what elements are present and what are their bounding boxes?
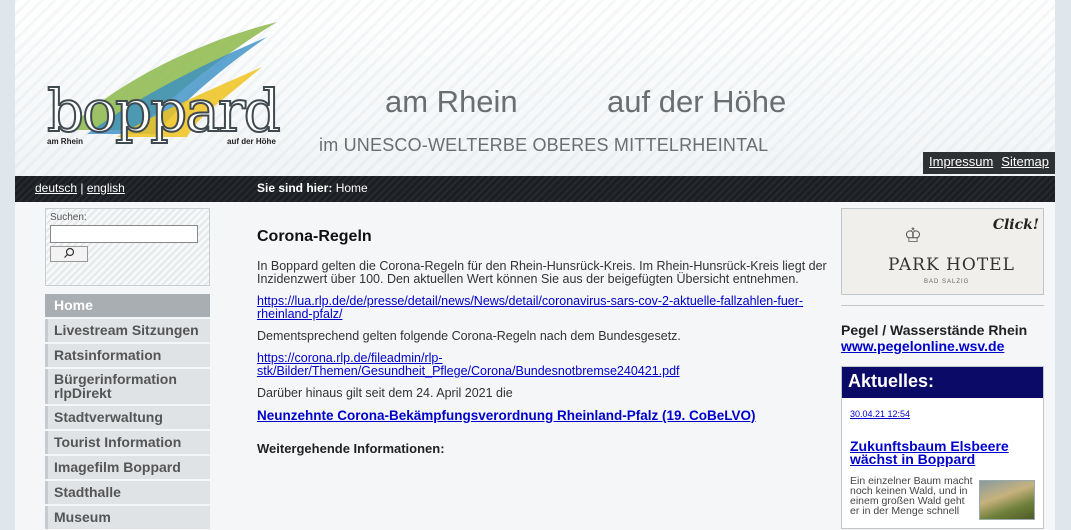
search-input[interactable] [50, 225, 198, 243]
ad-hotel-location: BAD SALZIG [924, 279, 970, 285]
search-label: Suchen: [50, 212, 87, 223]
lua-link[interactable]: https://lua.rlp.de/de/presse/detail/news… [257, 294, 803, 321]
rules-paragraph: Dementsprechend gelten folgende Corona-R… [257, 329, 681, 343]
header: boppard am Rhein auf der Höhe am Rhein a… [15, 0, 1055, 176]
logo[interactable]: boppard am Rhein auf der Höhe [27, 12, 287, 146]
news-heading: Aktuelles: [842, 367, 1043, 398]
breadcrumb-current: Home [335, 181, 368, 195]
menu-item-livestream[interactable]: Livestream Sitzungen [45, 319, 210, 342]
search-box: Suchen: [45, 208, 210, 286]
logo-text: boppard [46, 77, 282, 145]
lang-deutsch-link[interactable]: deutsch [35, 181, 77, 195]
search-icon [64, 247, 75, 258]
menu-item-imagefilm[interactable]: Imagefilm Boppard [45, 456, 210, 479]
bundesnotbremse-link[interactable]: https://corona.rlp.de/fileadmin/rlp-stk/… [257, 351, 680, 378]
menu-item-museum[interactable]: Museum [45, 506, 210, 529]
lang-separator: | [77, 181, 87, 195]
park-hotel-ad[interactable]: Click! ♔ PARK HOTEL BAD SALZIG [841, 208, 1044, 295]
menu-item-tourist-information[interactable]: Tourist Information [45, 431, 210, 454]
sitemap-link[interactable]: Sitemap [1001, 154, 1049, 172]
section-heading: Weitergehende Informationen: [257, 441, 445, 456]
navbar: deutsch | english Sie sind hier: Home [15, 176, 1055, 202]
right-column: Click! ♔ PARK HOTEL BAD SALZIG Pegel / W… [841, 208, 1044, 529]
impressum-link[interactable]: Impressum [929, 154, 993, 172]
sidebar: Suchen: Home Livestream Sitzungen Ratsin… [45, 208, 210, 530]
pegel-title: Pegel / Wasserstände Rhein [841, 322, 1028, 338]
menu-item-ratsinformation[interactable]: Ratsinformation [45, 344, 210, 367]
news-body: 30.04.21 12:54 Zukunftsbaum Elsbeere wäc… [842, 398, 1043, 528]
ad-hotel-name: PARK HOTEL [888, 255, 1015, 275]
news-box: Aktuelles: 30.04.21 12:54 Zukunftsbaum E… [841, 366, 1044, 529]
tagline-am-rhein: am Rhein [385, 84, 518, 119]
logo-sub-right: auf der Höhe [227, 137, 276, 146]
menu-item-stadtverwaltung[interactable]: Stadtverwaltung [45, 406, 210, 429]
breadcrumb: Sie sind hier: Home [257, 181, 368, 195]
divider [841, 305, 1044, 306]
pegel-link[interactable]: www.pegelonline.wsv.de [841, 338, 1044, 354]
news-text: Ein einzelner Baum macht noch keinen Wal… [850, 475, 973, 517]
tagline-auf-der-hoehe: auf der Höhe [607, 84, 787, 119]
breadcrumb-label: Sie sind hier: [257, 181, 333, 195]
main-menu: Home Livestream Sitzungen Ratsinformatio… [45, 294, 210, 529]
main-content: Corona-Regeln In Boppard gelten die Coro… [257, 208, 827, 456]
crown-icon: ♔ [904, 223, 922, 247]
since-paragraph: Darüber hinaus gilt seit dem 24. April 2… [257, 386, 513, 400]
intro-paragraph: In Boppard gelten die Corona-Regeln für … [257, 259, 827, 286]
lang-english-link[interactable]: english [87, 181, 125, 195]
news-date-link[interactable]: 30.04.21 12:54 [850, 409, 910, 419]
news-teaser: Ein einzelner Baum macht noch keinen Wal… [850, 476, 1035, 520]
top-links: Impressum Sitemap [923, 152, 1055, 174]
page: boppard am Rhein auf der Höhe am Rhein a… [15, 0, 1055, 530]
language-switch: deutsch | english [35, 181, 125, 195]
news-title-link[interactable]: Zukunftsbaum Elsbeere wächst in Boppard [850, 439, 1035, 466]
logo-sub-left: am Rhein [47, 137, 84, 146]
menu-item-buergerinformation[interactable]: Bürgerinformation rlpDirekt [45, 369, 210, 404]
menu-item-home[interactable]: Home [45, 294, 210, 317]
page-title: Corona-Regeln [257, 228, 372, 245]
menu-item-stadthalle[interactable]: Stadthalle [45, 481, 210, 504]
news-thumbnail[interactable] [979, 480, 1035, 520]
search-button[interactable] [50, 246, 88, 262]
cobelvo-link[interactable]: Neunzehnte Corona-Bekämpfungsverordnung … [257, 408, 756, 423]
header-subtitle: im UNESCO-WELTERBE OBERES MITTELRHEINTAL [319, 135, 769, 155]
ad-click-label: Click! [992, 217, 1039, 233]
